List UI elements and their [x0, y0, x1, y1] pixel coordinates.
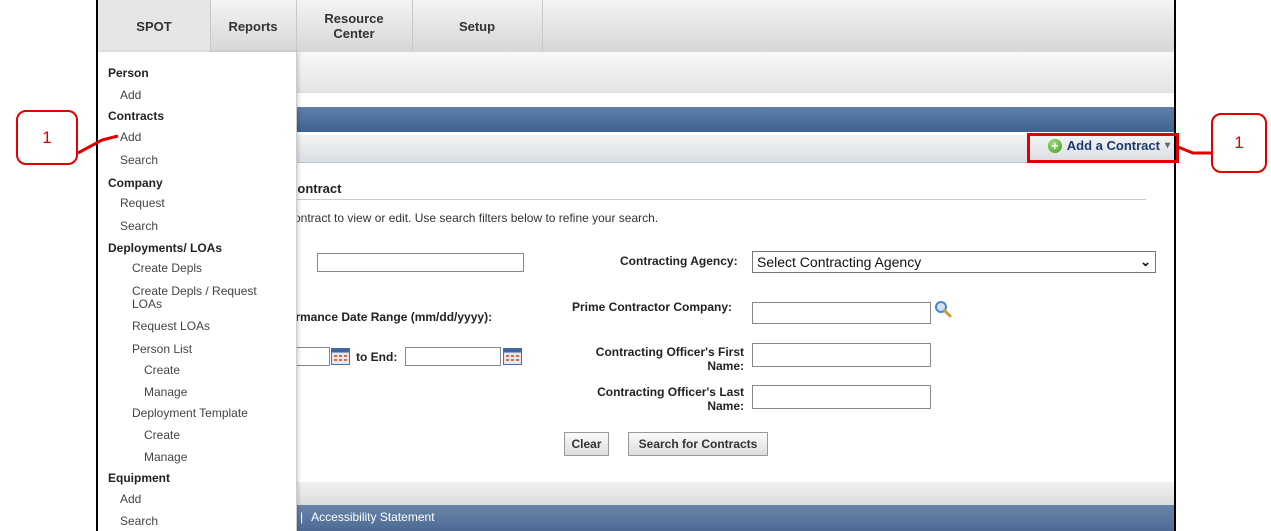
callout-connectors: [77, 134, 1212, 155]
callout-number-left: 1: [16, 110, 78, 165]
callout-number-right: 1: [1211, 113, 1267, 173]
